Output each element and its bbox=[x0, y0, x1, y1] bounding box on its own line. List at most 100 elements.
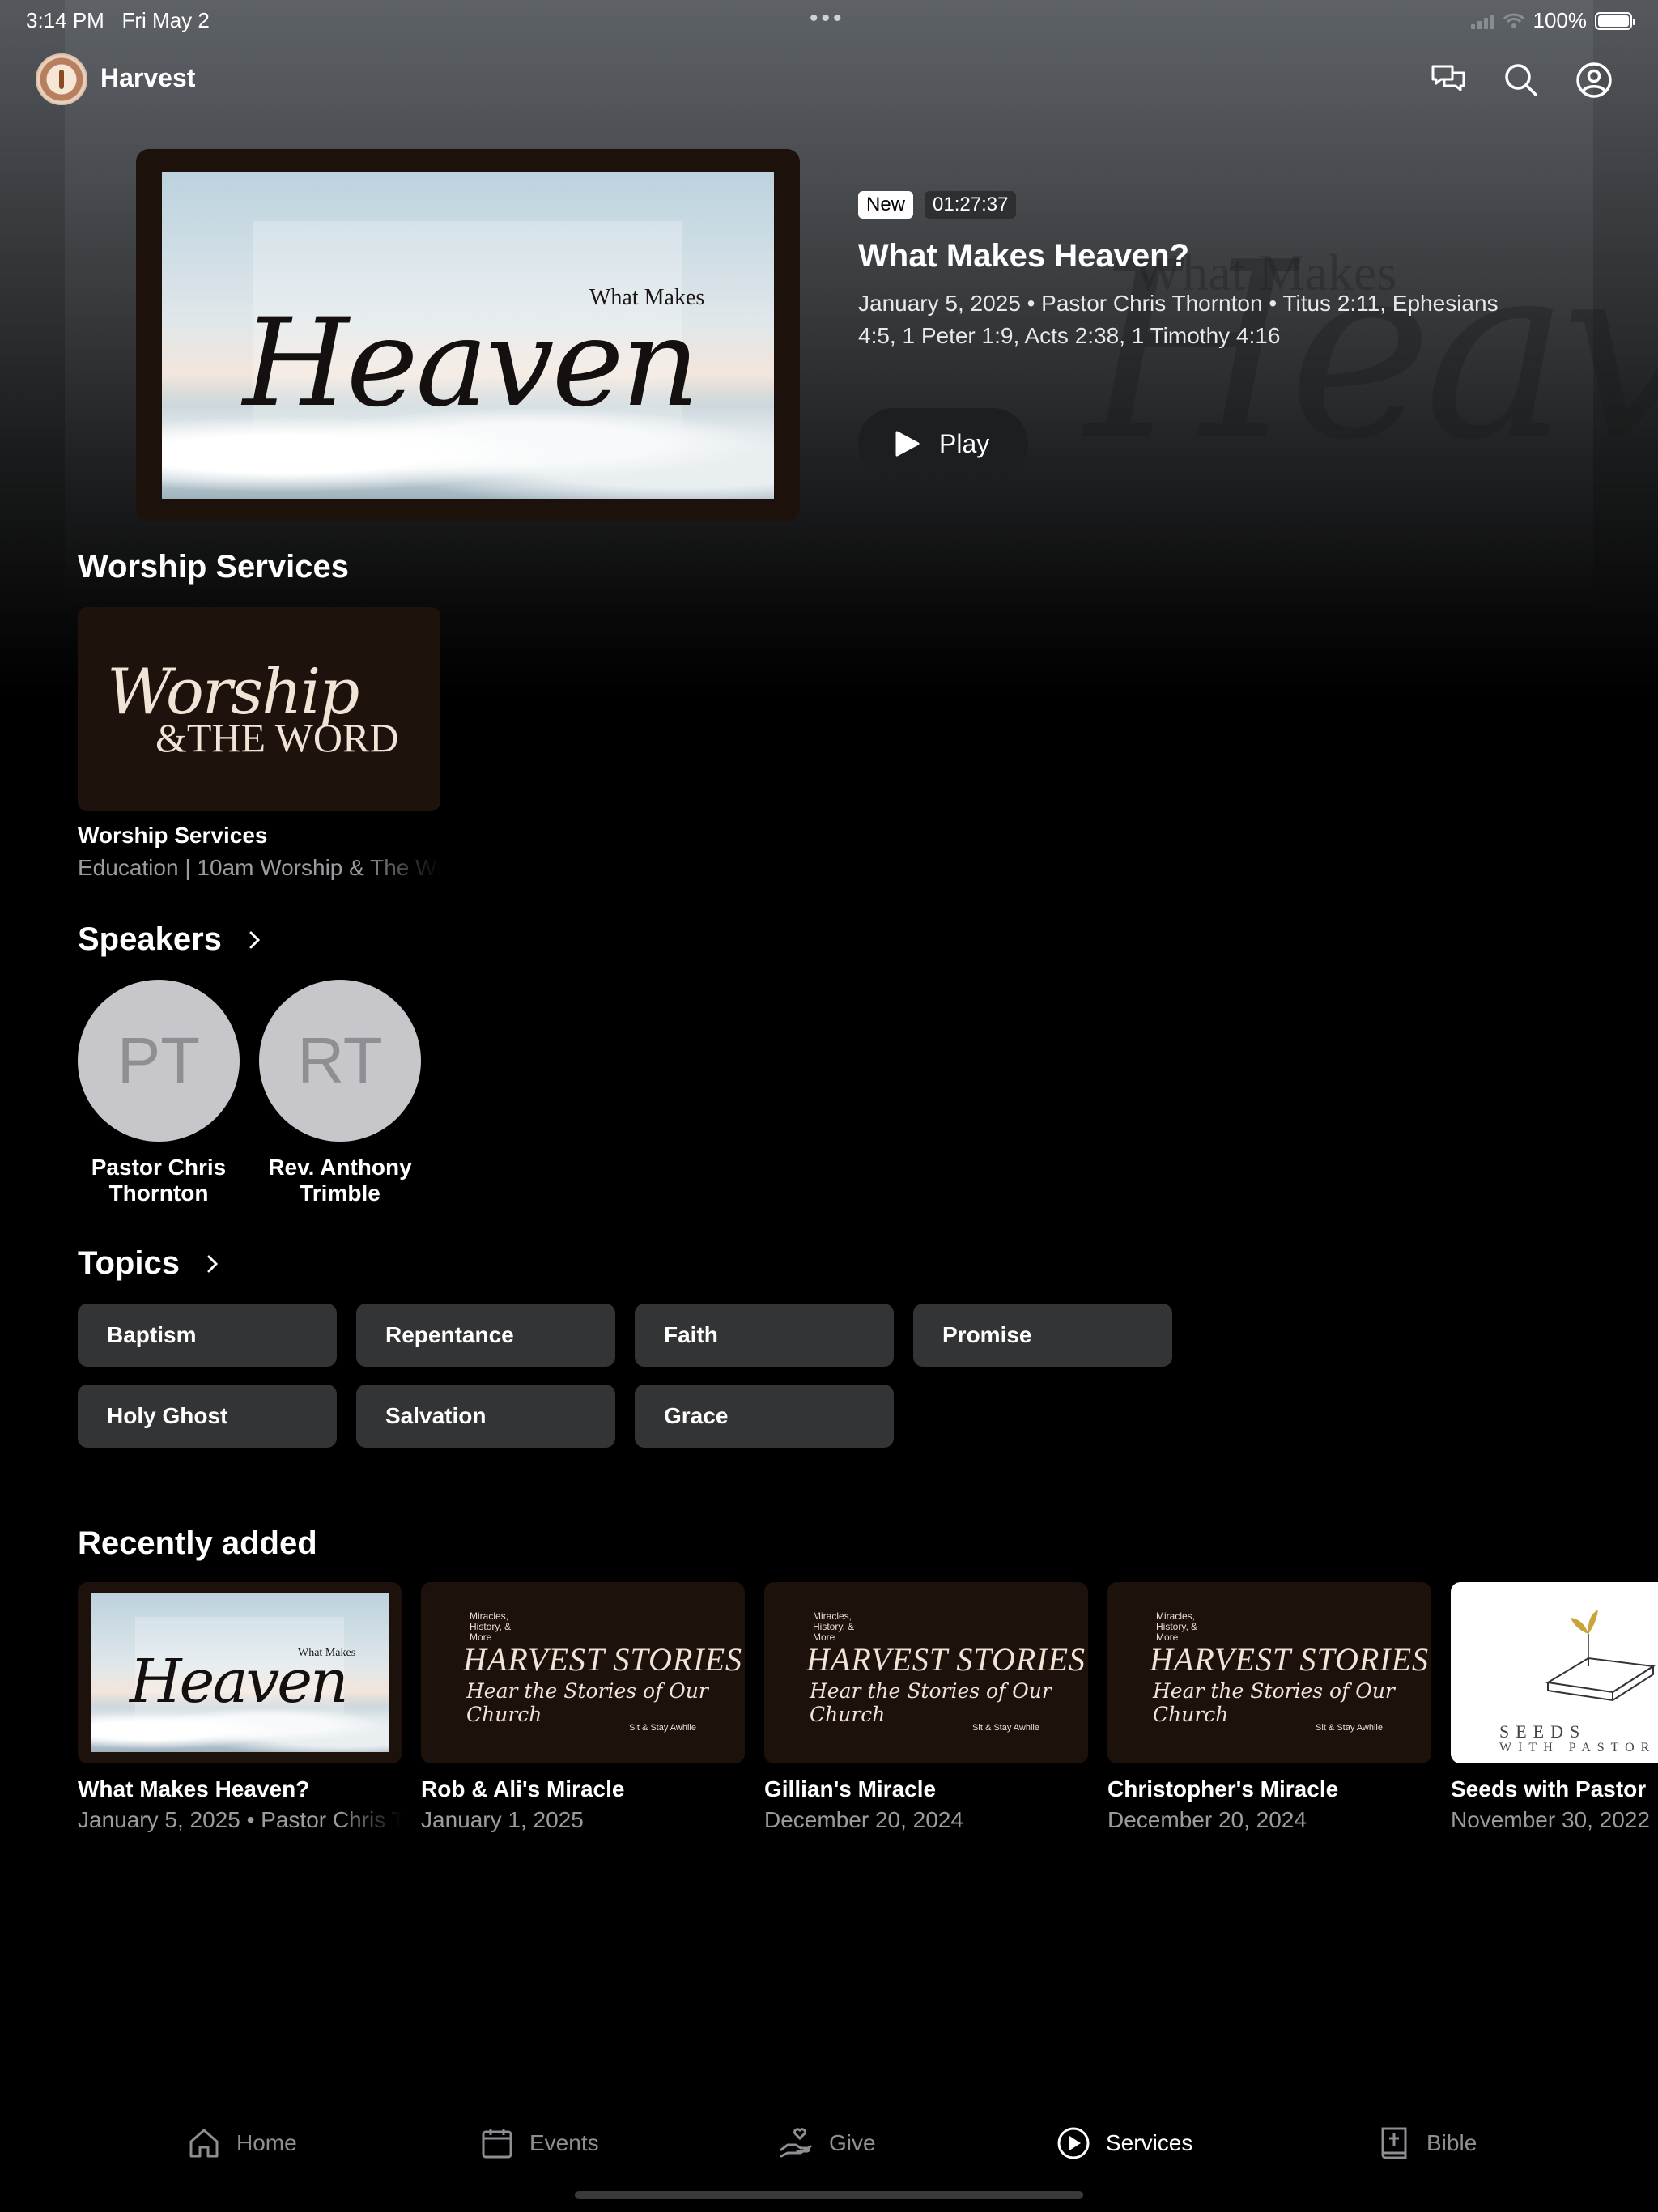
play-icon bbox=[895, 431, 920, 457]
topic-chip-repentance[interactable]: Repentance bbox=[356, 1304, 615, 1367]
topics-section-title[interactable]: Topics bbox=[78, 1245, 180, 1282]
topics-chevron-right-icon[interactable] bbox=[202, 1254, 222, 1274]
recent-item[interactable]: What Makes Heaven What Makes Heaven? Jan… bbox=[78, 1582, 402, 1833]
status-right: 100% bbox=[1470, 8, 1635, 33]
speaker-name: Rev. Anthony Trimble bbox=[268, 1155, 412, 1206]
worship-section-title: Worship Services bbox=[78, 549, 349, 585]
tab-label: Services bbox=[1106, 2130, 1193, 2155]
hs-title: HARVEST STORIES bbox=[463, 1641, 743, 1678]
bible-icon bbox=[1381, 2127, 1407, 2159]
seeds-title: SEEDS bbox=[1499, 1721, 1587, 1742]
tab-label: Home bbox=[236, 2130, 297, 2155]
recent-art-script: Heaven bbox=[130, 1647, 349, 1716]
worship-card-subtitle: Education | 10am Worship & The Word bbox=[78, 855, 440, 881]
recent-title: Rob & Ali's Miracle bbox=[421, 1776, 625, 1802]
seeds-subtitle: WITH PASTOR bbox=[1499, 1741, 1656, 1755]
tab-bar: Home Events Give Services Bible bbox=[0, 2115, 1658, 2180]
speakers-section-title[interactable]: Speakers bbox=[78, 921, 222, 958]
multitasking-dots-icon[interactable]: ••• bbox=[810, 5, 845, 32]
recent-title: Christopher's Miracle bbox=[1107, 1776, 1339, 1802]
hs-tail: Sit & Stay Awhile bbox=[629, 1723, 696, 1733]
topic-chip-grace[interactable]: Grace bbox=[635, 1385, 894, 1448]
tab-give[interactable]: Give bbox=[779, 2115, 876, 2172]
nav-actions bbox=[1428, 60, 1614, 100]
recent-date: January 1, 2025 bbox=[421, 1807, 584, 1832]
app-title: Harvest bbox=[100, 63, 196, 92]
featured-info: New 01:27:37 What Makes Heaven? January … bbox=[858, 191, 1587, 352]
featured-thumbnail[interactable]: What Makes Heaven bbox=[136, 149, 800, 521]
calendar-icon bbox=[482, 2129, 512, 2159]
battery-percent: 100% bbox=[1533, 8, 1588, 32]
topic-chip-salvation[interactable]: Salvation bbox=[356, 1385, 615, 1448]
speaker-avatar: RT bbox=[259, 980, 421, 1142]
hs-title: HARVEST STORIES bbox=[1150, 1641, 1430, 1678]
play-label: Play bbox=[939, 428, 990, 458]
wifi-icon bbox=[1503, 13, 1524, 28]
hs-script: Hear the Stories of Our Church bbox=[466, 1679, 708, 1726]
play-button[interactable]: Play bbox=[858, 408, 1028, 479]
speaker-avatar: PT bbox=[78, 980, 240, 1142]
search-icon[interactable] bbox=[1501, 60, 1541, 100]
recent-thumbnail: Miracles, History, & More HARVEST STORIE… bbox=[421, 1582, 745, 1763]
hs-caption: Miracles, History, & More bbox=[1156, 1610, 1198, 1643]
status-date: Fri May 2 bbox=[121, 8, 210, 32]
speaker-item[interactable]: RT Rev. Anthony Trimble bbox=[259, 980, 421, 1206]
tab-home[interactable]: Home bbox=[186, 2115, 297, 2172]
hs-caption: Miracles, History, & More bbox=[470, 1610, 512, 1643]
topic-chip-holy-ghost[interactable]: Holy Ghost bbox=[78, 1385, 337, 1448]
recent-item[interactable]: Miracles, History, & More HARVEST STORIE… bbox=[421, 1582, 745, 1833]
hs-script: Hear the Stories of Our Church bbox=[1153, 1679, 1395, 1726]
featured-artwork: What Makes Heaven bbox=[162, 172, 774, 499]
duration-badge: 01:27:37 bbox=[925, 191, 1017, 219]
recent-title: Gillian's Miracle bbox=[764, 1776, 937, 1802]
tab-events[interactable]: Events bbox=[479, 2115, 599, 2172]
featured-badges: New 01:27:37 bbox=[858, 191, 1587, 219]
top-nav: Harvest bbox=[0, 49, 1658, 113]
speaker-item[interactable]: PT Pastor Chris Thornton bbox=[78, 980, 240, 1206]
cellular-signal-icon bbox=[1470, 13, 1494, 29]
speakers-chevron-right-icon[interactable] bbox=[244, 930, 264, 950]
give-icon bbox=[780, 2128, 812, 2158]
recent-item[interactable]: Miracles, History, & More HARVEST STORIE… bbox=[764, 1582, 1088, 1833]
open-book-sprout-icon bbox=[1545, 1610, 1656, 1702]
recent-carousel[interactable]: What Makes Heaven What Makes Heaven? Jan… bbox=[78, 1582, 1658, 1841]
hs-script: Hear the Stories of Our Church bbox=[810, 1679, 1052, 1726]
recent-date: December 20, 2024 bbox=[1107, 1807, 1307, 1832]
recent-thumbnail: Miracles, History, & More HARVEST STORIE… bbox=[764, 1582, 1088, 1763]
messages-icon[interactable] bbox=[1428, 60, 1469, 100]
worship-card-title: Worship Services bbox=[78, 823, 268, 848]
recent-section-title: Recently added bbox=[78, 1525, 317, 1561]
tab-label: Events bbox=[529, 2130, 599, 2155]
home-icon bbox=[189, 2129, 219, 2158]
app-logo-icon[interactable] bbox=[36, 53, 87, 105]
recent-item[interactable]: Miracles, History, & More HARVEST STORIE… bbox=[1107, 1582, 1431, 1833]
recent-thumbnail: SEEDS WITH PASTOR bbox=[1451, 1582, 1658, 1763]
topic-chip-faith[interactable]: Faith bbox=[635, 1304, 894, 1367]
topic-chip-promise[interactable]: Promise bbox=[913, 1304, 1172, 1367]
tab-bible[interactable]: Bible bbox=[1376, 2115, 1477, 2172]
home-indicator[interactable] bbox=[575, 2191, 1083, 2199]
recent-date: November 30, 2022 bbox=[1451, 1807, 1650, 1832]
status-bar: 3:14 PM Fri May 2 ••• 100% bbox=[0, 0, 1658, 39]
featured-meta: January 5, 2025 • Pastor Chris Thornton … bbox=[858, 291, 1499, 348]
play-circle-icon bbox=[1057, 2127, 1090, 2159]
new-badge: New bbox=[858, 191, 914, 219]
tab-label: Give bbox=[829, 2130, 876, 2155]
hs-tail: Sit & Stay Awhile bbox=[1316, 1723, 1383, 1733]
status-time: 3:14 PM bbox=[26, 8, 104, 32]
hs-caption: Miracles, History, & More bbox=[813, 1610, 855, 1643]
tab-label: Bible bbox=[1426, 2130, 1477, 2155]
profile-icon[interactable] bbox=[1574, 60, 1614, 100]
recent-title: What Makes Heaven? bbox=[78, 1776, 310, 1802]
recent-item[interactable]: SEEDS WITH PASTOR Seeds with Pastor Nove… bbox=[1451, 1582, 1658, 1833]
recent-thumbnail: Miracles, History, & More HARVEST STORIE… bbox=[1107, 1582, 1431, 1763]
featured-title: What Makes Heaven? bbox=[858, 238, 1190, 274]
recent-date: January 5, 2025 • Pastor Chris Thornton bbox=[78, 1807, 402, 1833]
featured-art-script: Heaven bbox=[243, 293, 699, 434]
topic-chip-baptism[interactable]: Baptism bbox=[78, 1304, 337, 1367]
recent-title: Seeds with Pastor bbox=[1451, 1776, 1647, 1802]
tab-services[interactable]: Services bbox=[1056, 2115, 1192, 2172]
worship-card-thumbnail[interactable]: Worship &THE WORD bbox=[78, 607, 440, 811]
hs-tail: Sit & Stay Awhile bbox=[972, 1723, 1039, 1733]
topics-grid: Baptism Repentance Faith Promise Holy Gh… bbox=[78, 1304, 1211, 1448]
